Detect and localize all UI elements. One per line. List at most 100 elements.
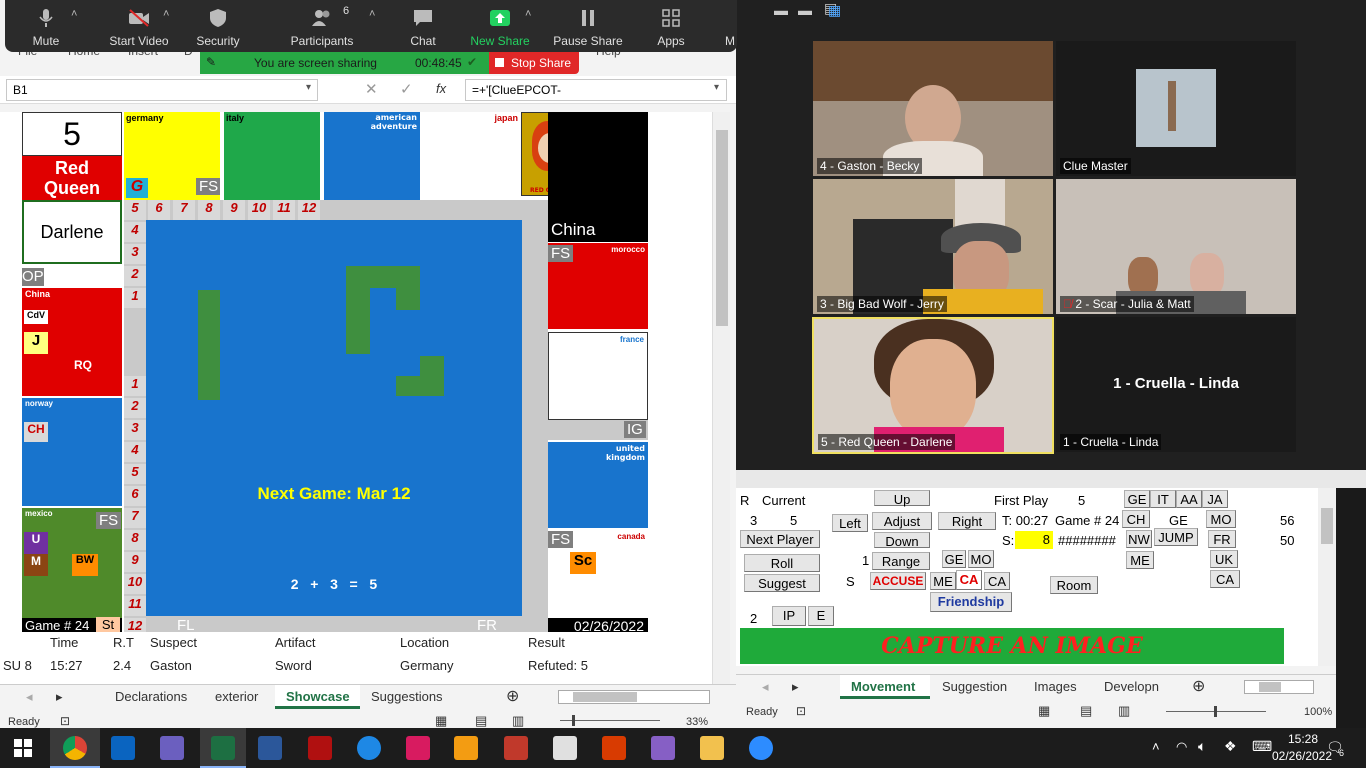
aa-button[interactable]: AA [1176, 490, 1202, 508]
dropbox-icon[interactable]: ❖ [1224, 738, 1237, 755]
cancel-icon[interactable]: ✕ [365, 80, 378, 98]
tab-movement[interactable]: Movement [851, 679, 915, 694]
add-sheet-icon[interactable]: ⊕ [1192, 676, 1205, 696]
page-break-icon[interactable]: ▥ [512, 713, 524, 728]
room-button[interactable]: Room [1050, 576, 1098, 594]
tab-showcase[interactable]: Showcase [286, 689, 350, 704]
me-button[interactable]: ME [930, 572, 956, 590]
tab-suggestions[interactable]: Suggestions [371, 689, 443, 704]
horizontal-scrollbar[interactable] [1244, 680, 1314, 694]
volume-icon[interactable]: 🔈︎ [1198, 738, 1206, 755]
gallery-view-icon[interactable]: ▦ [828, 2, 841, 19]
excel-taskbar-item[interactable] [200, 728, 246, 768]
ca-button[interactable]: CA [984, 572, 1010, 590]
accessibility-icon[interactable]: ⊡ [60, 714, 70, 728]
q-app-icon[interactable] [406, 736, 430, 760]
scroll-thumb[interactable] [716, 130, 728, 326]
add-sheet-icon[interactable]: ⊕ [506, 686, 519, 706]
e-button[interactable]: E [808, 606, 834, 626]
nw-button[interactable]: NW [1126, 530, 1152, 548]
range-button[interactable]: Range [872, 552, 930, 570]
chevron-up-icon[interactable]: ˄ [163, 8, 169, 20]
ge-location-button[interactable]: GE [1124, 490, 1150, 508]
chevron-up-icon[interactable]: ˄ [71, 8, 77, 20]
tab-exterior[interactable]: exterior [215, 689, 258, 704]
uk-button[interactable]: UK [1210, 550, 1238, 568]
ge-button[interactable]: GE [942, 550, 966, 568]
minimize-icon[interactable]: ▬ [798, 2, 812, 18]
windows-start-icon[interactable] [14, 739, 32, 757]
tab-declarations[interactable]: Declarations [115, 689, 187, 704]
pause-share-button[interactable]: Pause Share [553, 0, 623, 52]
up-button[interactable]: Up [874, 490, 930, 507]
page-layout-icon[interactable]: ▤ [475, 713, 487, 728]
visual-studio-icon[interactable] [651, 736, 675, 760]
function-icon[interactable]: fx [436, 81, 446, 96]
mute-button[interactable]: Mute [23, 0, 69, 52]
notepad-icon[interactable] [553, 736, 577, 760]
mo-button[interactable]: MO [968, 550, 994, 568]
file-explorer-icon[interactable] [700, 736, 724, 760]
friendship-button[interactable]: Friendship [930, 592, 1012, 612]
name-box[interactable]: B1 [6, 79, 318, 101]
video-tile-cruella[interactable]: 1 - Cruella - Linda 1 - Cruella - Linda [1056, 317, 1296, 452]
more-button[interactable]: M [723, 0, 737, 52]
app-icon[interactable] [160, 736, 184, 760]
internet-explorer-icon[interactable] [357, 736, 381, 760]
scroll-thumb[interactable] [1321, 508, 1333, 544]
tab-next-icon[interactable]: ▸ [792, 679, 799, 695]
filezilla-icon[interactable] [308, 736, 332, 760]
mo-location-button[interactable]: MO [1206, 510, 1236, 528]
down-button[interactable]: Down [874, 532, 930, 549]
chat-button[interactable]: Chat [405, 0, 441, 52]
video-tile-red-queen-active[interactable]: 5 - Red Queen - Darlene [812, 317, 1054, 454]
formula-input[interactable]: =+'[ClueEPCOT- [465, 79, 727, 101]
ja-button[interactable]: JA [1202, 490, 1228, 508]
fr-button[interactable]: FR [1208, 530, 1236, 548]
video-player-icon[interactable] [454, 736, 478, 760]
tab-prev-icon[interactable]: ◂ [26, 689, 33, 705]
new-share-button[interactable]: New Share [469, 0, 531, 52]
chrome-taskbar-item[interactable] [50, 728, 100, 768]
right-button[interactable]: Right [938, 512, 996, 530]
enter-icon[interactable]: ✓ [400, 80, 413, 98]
vertical-scrollbar[interactable] [1318, 488, 1336, 666]
office-icon[interactable] [602, 736, 626, 760]
formula-expand-icon[interactable]: ▾ [714, 82, 719, 93]
zoom-icon[interactable] [749, 736, 773, 760]
next-player-button[interactable]: Next Player [740, 530, 820, 548]
tab-suggestion[interactable]: Suggestion [942, 679, 1007, 694]
suggest-button[interactable]: Suggest [744, 574, 820, 592]
capture-image-banner[interactable]: CAPTURE AN IMAGE [740, 628, 1284, 664]
ca-location-button[interactable]: CA [1210, 570, 1240, 588]
vertical-scrollbar[interactable] [712, 112, 730, 684]
jump-button[interactable]: JUMP [1154, 528, 1198, 546]
chart-app-icon[interactable] [504, 736, 528, 760]
video-tile-big-bad-wolf[interactable]: 3 - Big Bad Wolf - Jerry [813, 179, 1053, 314]
chevron-up-icon[interactable]: ˄ [369, 8, 375, 20]
left-button[interactable]: Left [832, 514, 868, 532]
tab-images[interactable]: Images [1034, 679, 1077, 694]
network-icon[interactable]: ◠ [1176, 739, 1187, 755]
zoom-slider[interactable] [560, 715, 660, 726]
word-icon[interactable] [258, 736, 282, 760]
clock-time[interactable]: 15:28 [1278, 732, 1328, 746]
stop-share-button[interactable]: Stop Share [489, 52, 579, 74]
tab-prev-icon[interactable]: ◂ [762, 679, 769, 695]
apps-button[interactable]: Apps [651, 0, 691, 52]
chevron-up-icon[interactable]: ˄ [1152, 739, 1160, 754]
tab-next-icon[interactable]: ▸ [56, 689, 63, 705]
normal-view-icon[interactable]: ▦ [435, 713, 447, 728]
video-tile-scar[interactable]: 🎙̸ 2 - Scar - Julia & Matt [1056, 179, 1296, 314]
horizontal-scrollbar[interactable] [558, 690, 710, 704]
me-location-button[interactable]: ME [1126, 551, 1154, 569]
ca-button-active[interactable]: CA [956, 570, 982, 590]
minimize-icon[interactable]: ▬ [774, 2, 788, 18]
zoom-slider[interactable] [1166, 706, 1266, 717]
participants-button[interactable]: 6 Participants [287, 0, 357, 52]
outlook-icon[interactable] [111, 736, 135, 760]
ch-button[interactable]: CH [1122, 510, 1150, 528]
security-button[interactable]: Security [193, 0, 243, 52]
video-tile-gaston[interactable]: 4 - Gaston - Becky [813, 41, 1053, 176]
accuse-button[interactable]: ACCUSE [870, 572, 926, 590]
